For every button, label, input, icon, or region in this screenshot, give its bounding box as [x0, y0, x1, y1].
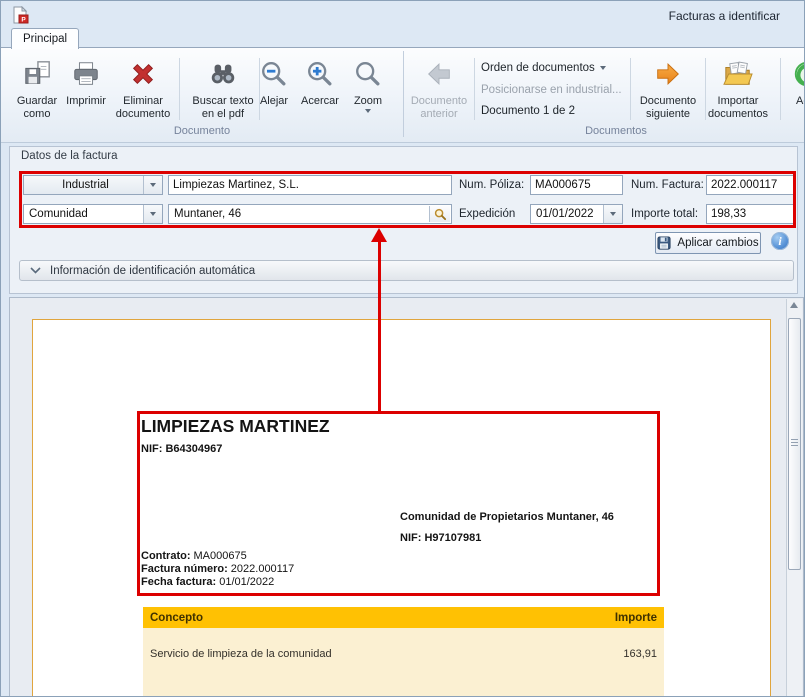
zoom-icon [345, 57, 391, 91]
save-as-icon [13, 57, 61, 91]
concept-header: Concepto [150, 612, 203, 624]
industrial-combo[interactable]: Industrial [23, 175, 163, 195]
invoice-client-name: Comunidad de Propietarios Muntaner, 46 [400, 507, 614, 528]
concept-cell: Servicio de limpieza de la comunidad [150, 648, 332, 697]
zoom-out-button[interactable]: Alejar [253, 55, 295, 129]
chevron-down-icon [365, 109, 371, 113]
invoice-company-name: LIMPIEZAS MARTINEZ [141, 416, 330, 437]
delete-x-icon [110, 57, 176, 91]
ribbon-group-divider [403, 51, 404, 137]
save-icon [657, 236, 671, 250]
titlebar: P Facturas a identificar [1, 1, 805, 28]
zoom-in-icon [297, 57, 343, 91]
print-button[interactable]: Imprimir [63, 55, 109, 129]
ribbon-separator [179, 58, 180, 120]
svg-text:P: P [21, 17, 26, 24]
zoom-out-icon [253, 57, 295, 91]
print-label: Imprimir [63, 95, 109, 108]
invoice-company-nif: NIF: B64304967 [141, 443, 222, 455]
auto-identification-collapse-bar[interactable]: Información de identificación automática [19, 260, 794, 281]
arrow-left-icon [407, 57, 471, 91]
ribbon-separator [630, 58, 631, 120]
total-amount-field[interactable] [706, 204, 794, 224]
issue-date-combo[interactable]: 01/01/2022 [530, 204, 623, 224]
apply-changes-button[interactable]: Aplicar cambios [655, 232, 761, 254]
refresh-button[interactable]: Actu [785, 55, 805, 129]
zoom-menu-label: Zoom [345, 95, 391, 113]
vertical-scrollbar[interactable] [786, 299, 802, 697]
panel-title: Datos de la factura [21, 150, 118, 162]
search-pdf-button[interactable]: Buscar texto en el pdf [185, 55, 261, 129]
zoom-out-label: Alejar [253, 95, 295, 108]
apply-changes-label: Aplicar cambios [677, 237, 758, 249]
amount-header: Importe [615, 612, 657, 624]
search-button[interactable] [429, 206, 450, 222]
app-window: P Facturas a identificar Principal Guard… [0, 0, 805, 697]
comunidad-combo[interactable]: Comunidad [23, 204, 163, 224]
import-documents-label: Importar documentos [703, 95, 773, 121]
invoice-contract-line: Contrato:MA000675 [141, 550, 247, 562]
invoice-number-line: Factura número:2022.000117 [141, 563, 294, 575]
invoice-table-row: Servicio de limpieza de la comunidad 163… [143, 628, 664, 697]
printer-icon [63, 57, 109, 91]
chevron-down-icon[interactable] [143, 176, 162, 194]
search-pdf-label: Buscar texto en el pdf [185, 95, 261, 121]
policy-number-label: Num. Póliza: [459, 179, 524, 191]
position-in-industrial-item[interactable]: Posicionarse en industrial... [481, 84, 627, 96]
total-amount-label: Importe total: [631, 208, 698, 220]
folder-icon [703, 57, 773, 91]
info-icon[interactable]: i [771, 232, 789, 250]
ribbon-separator [780, 58, 781, 120]
save-as-label: Guardar como [13, 95, 61, 121]
ribbon-separator [474, 58, 475, 120]
document-order-menu[interactable]: Orden de documentos [481, 62, 627, 74]
zoom-menu-button[interactable]: Zoom [345, 55, 391, 129]
delete-document-label: Eliminar documento [110, 95, 176, 121]
issue-date-label: Expedición [459, 208, 515, 220]
invoice-date-line: Fecha factura:01/01/2022 [141, 576, 274, 588]
binoculars-icon [185, 57, 261, 91]
invoice-number-label: Num. Factura: [631, 179, 704, 191]
pdf-document-icon: P [11, 6, 29, 24]
chevron-down-icon[interactable] [603, 205, 622, 223]
ribbon: Guardar como Imprimir Eliminar documento [1, 47, 805, 143]
scroll-up-arrow-icon[interactable] [790, 302, 798, 308]
search-icon [434, 208, 447, 221]
address-field[interactable]: Muntaner, 46 [168, 204, 452, 224]
import-documents-button[interactable]: Importar documentos [703, 55, 773, 129]
amount-cell: 163,91 [623, 648, 657, 697]
policy-number-field[interactable] [530, 175, 623, 195]
delete-document-button[interactable]: Eliminar documento [110, 55, 176, 129]
window-title: Facturas a identificar [669, 9, 780, 23]
refresh-label: Actu [785, 95, 805, 108]
invoice-number-field[interactable] [706, 175, 794, 195]
ribbon-group-caption-documento: Documento [1, 125, 403, 137]
next-document-label: Documento siguiente [635, 95, 701, 121]
refresh-icon [785, 57, 805, 91]
document-counter: Documento 1 de 2 [481, 105, 627, 117]
zoom-in-button[interactable]: Acercar [297, 55, 343, 129]
auto-identification-label: Información de identificación automática [50, 265, 255, 277]
invoice-table-header: Concepto Importe [143, 607, 664, 628]
invoice-client-nif: NIF: H97107981 [400, 528, 614, 549]
arrow-right-icon [635, 57, 701, 91]
previous-document-button[interactable]: Documento anterior [407, 55, 471, 129]
chevron-down-icon [600, 66, 606, 70]
invoice-page: LIMPIEZAS MARTINEZ NIF: B64304967 Comuni… [32, 319, 771, 697]
tab-principal[interactable]: Principal [11, 28, 79, 49]
scrollbar-thumb[interactable] [788, 318, 801, 570]
save-as-button[interactable]: Guardar como [13, 55, 61, 129]
chevron-down-icon[interactable] [143, 205, 162, 223]
next-document-button[interactable]: Documento siguiente [635, 55, 701, 129]
zoom-in-label: Acercar [297, 95, 343, 108]
previous-document-label: Documento anterior [407, 95, 471, 121]
ribbon-group-caption-documentos: Documentos [481, 125, 751, 137]
invoice-client-block: Comunidad de Propietarios Muntaner, 46 N… [400, 507, 614, 549]
chevron-down-icon [30, 267, 41, 274]
supplier-name-field[interactable] [168, 175, 452, 195]
document-preview: LIMPIEZAS MARTINEZ NIF: B64304967 Comuni… [9, 297, 804, 697]
